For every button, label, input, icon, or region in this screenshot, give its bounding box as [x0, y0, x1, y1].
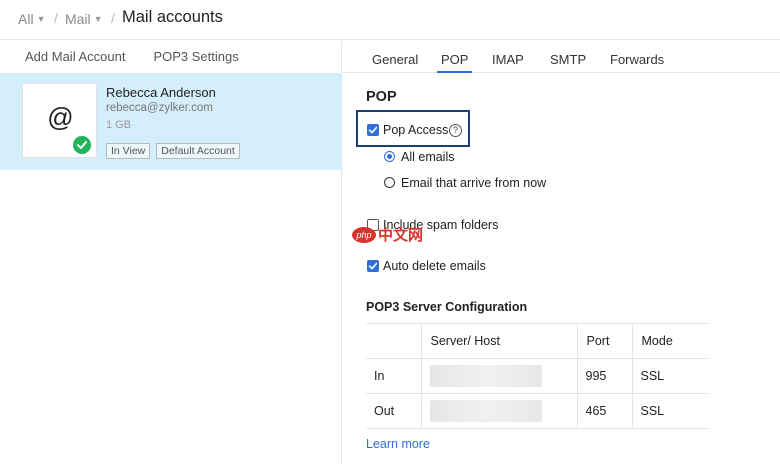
server-config-title: POP3 Server Configuration	[366, 300, 528, 314]
watermark-badge: php	[352, 226, 376, 243]
account-email: rebecca@zylker.com	[106, 102, 213, 114]
watermark-text: 中文网	[378, 227, 424, 244]
account-badges: In View Default Account	[106, 143, 240, 159]
radio-emails-from-now[interactable]	[384, 177, 395, 188]
status-badge-in-view: In View	[106, 143, 151, 159]
account-name: Rebecca Anderson	[106, 85, 216, 100]
learn-more-link[interactable]: Learn more	[366, 437, 430, 451]
table-header-port: Port	[576, 323, 633, 359]
pop3-settings-link[interactable]: POP3 Settings	[153, 49, 238, 64]
account-size: 1 GB	[106, 119, 132, 131]
check-circle-icon	[71, 134, 93, 156]
avatar: @	[22, 83, 97, 158]
settings-tabs: General POP IMAP SMTP Forwards	[343, 41, 780, 73]
top-bar: All ▼ / Mail ▼ / Mail accounts	[0, 0, 780, 40]
row-port: 465	[576, 393, 633, 429]
row-mode: SSL	[631, 358, 708, 394]
row-type: In	[366, 358, 422, 394]
help-icon[interactable]: ?	[449, 124, 462, 137]
table-row: Out 465 SSL	[366, 393, 708, 429]
table-header-mode: Mode	[631, 323, 708, 359]
breadcrumb-separator: /	[54, 10, 58, 26]
row-type: Out	[366, 393, 422, 429]
radio-all-emails-label: All emails	[401, 150, 455, 164]
auto-delete-label: Auto delete emails	[383, 259, 486, 273]
row-mode: SSL	[631, 393, 708, 429]
row-host	[420, 393, 578, 429]
pop-access-checkbox[interactable]	[367, 124, 379, 136]
accounts-panel: Add Mail Account POP3 Settings @ Rebecca…	[0, 41, 342, 464]
section-title: POP	[366, 89, 397, 105]
breadcrumb-all[interactable]: All ▼	[18, 11, 45, 27]
row-port: 995	[576, 358, 633, 394]
table-header-type	[366, 323, 422, 359]
redacted-host	[429, 365, 542, 387]
auto-delete-checkbox[interactable]	[367, 260, 379, 272]
add-mail-account-link[interactable]: Add Mail Account	[25, 49, 125, 64]
tab-general[interactable]: General	[372, 52, 418, 67]
tab-pop[interactable]: POP	[436, 52, 474, 73]
table-row: In 995 SSL	[366, 358, 708, 394]
row-host	[420, 358, 578, 394]
page-title: Mail accounts	[122, 8, 223, 26]
table-header-row: Server/ Host Port Mode	[366, 323, 708, 359]
breadcrumb-mail[interactable]: Mail ▼	[65, 11, 103, 27]
radio-emails-from-now-label: Email that arrive from now	[401, 176, 547, 190]
server-config-table: Server/ Host Port Mode In 995 SSL Out 46…	[366, 323, 708, 429]
radio-all-emails[interactable]	[384, 151, 395, 162]
chevron-down-icon: ▼	[93, 14, 103, 24]
tab-forwards[interactable]: Forwards	[610, 52, 664, 67]
tab-imap[interactable]: IMAP	[492, 52, 524, 67]
pop-access-label: Pop Access	[383, 123, 449, 137]
redacted-host	[429, 400, 542, 422]
watermark: php 中文网	[352, 224, 423, 245]
status-badge-default-account: Default Account	[156, 143, 240, 159]
tab-smtp[interactable]: SMTP	[550, 52, 586, 67]
at-icon: @	[47, 102, 74, 132]
chevron-down-icon: ▼	[36, 14, 46, 24]
breadcrumb-separator: /	[111, 10, 115, 26]
table-header-host: Server/ Host	[420, 323, 578, 359]
account-item-selected[interactable]: @ Rebecca Anderson rebecca@zylker.com 1 …	[0, 73, 342, 170]
left-actions: Add Mail Account POP3 Settings	[25, 49, 239, 64]
